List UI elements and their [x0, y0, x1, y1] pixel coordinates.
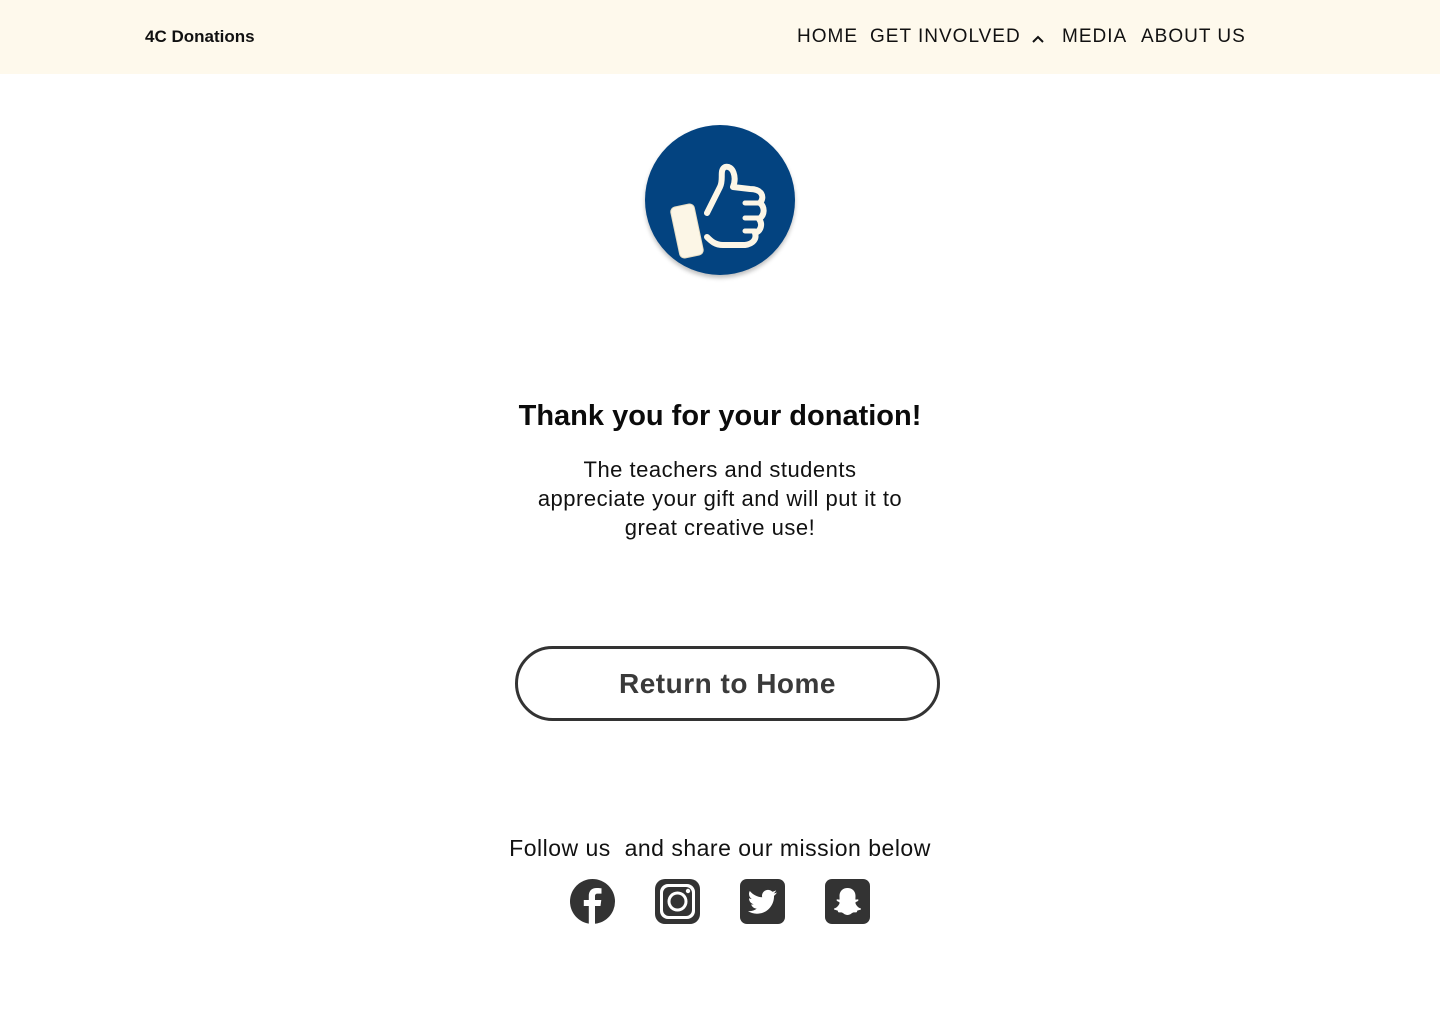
- return-home-button[interactable]: Return to Home: [515, 646, 940, 721]
- follow-us-text: Follow us and share our mission below: [509, 835, 931, 861]
- twitter-icon[interactable]: [740, 879, 785, 924]
- nav-about-us[interactable]: ABOUT US: [1141, 26, 1246, 48]
- nav-get-involved[interactable]: GET INVOLVED: [870, 26, 1045, 48]
- snapchat-icon[interactable]: [825, 879, 870, 924]
- page-title: Thank you for your donation!: [518, 400, 922, 432]
- top-navigation-bar: 4C Donations HOME GET INVOLVED MEDIA ABO…: [0, 0, 1440, 74]
- thumbs-up-icon: [670, 163, 767, 259]
- thank-you-message: The teachers and students appreciate you…: [537, 457, 903, 540]
- facebook-icon[interactable]: [570, 879, 615, 924]
- chevron-up-icon: [1031, 30, 1045, 44]
- brand-logo-text[interactable]: 4C Donations: [145, 27, 255, 47]
- nav-media[interactable]: MEDIA: [1062, 26, 1127, 48]
- instagram-icon[interactable]: [655, 879, 700, 924]
- nav-home[interactable]: HOME: [797, 26, 858, 48]
- nav-get-involved-label: GET INVOLVED: [870, 26, 1021, 47]
- thumbs-up-badge: [645, 125, 795, 275]
